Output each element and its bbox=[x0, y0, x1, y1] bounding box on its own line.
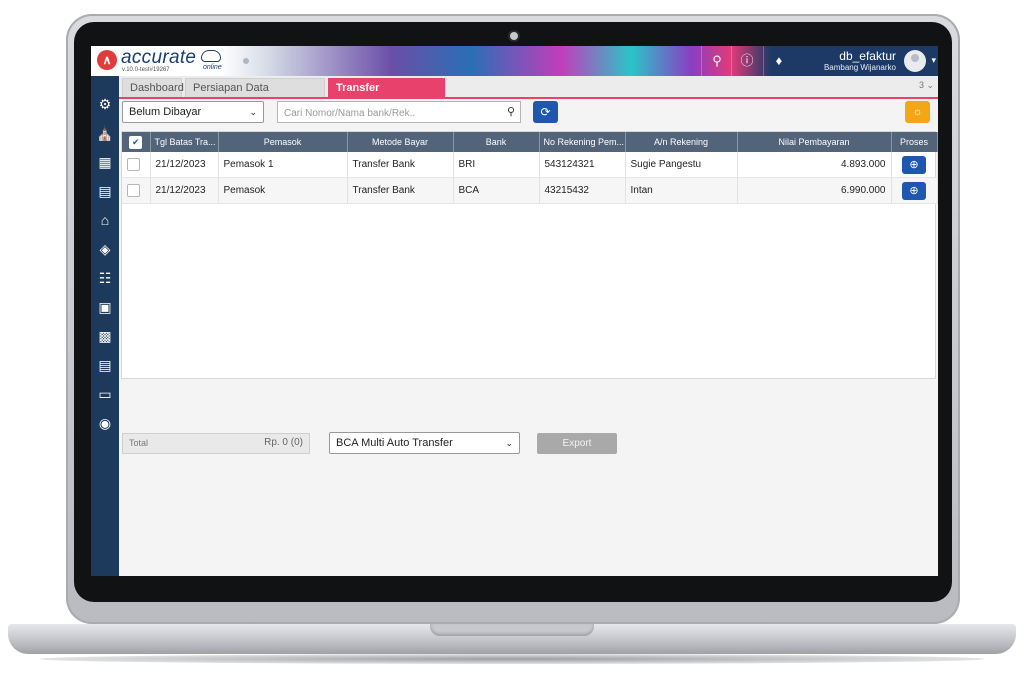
tab-bar: Dashboard Persiapan Data Perusahaan Tran… bbox=[119, 76, 938, 113]
printer-icon[interactable]: ▤ bbox=[95, 355, 115, 375]
tab-count-dropdown[interactable]: 3 ⌄ bbox=[919, 80, 934, 91]
top-bar: ∧ accurate v.10.0-test#19267 online ⚲ ⓘ … bbox=[91, 46, 938, 76]
chevron-down-icon: ⌄ bbox=[505, 438, 513, 448]
column-header[interactable]: Pemasok bbox=[218, 132, 348, 152]
search-icon[interactable]: ⚲ bbox=[701, 46, 732, 76]
main-content: Belum Dibayar ⌄ ⚲ ⟳ ☼ ✔ Tgl Batas Tra...… bbox=[119, 99, 938, 576]
cell-bank: BCA bbox=[453, 177, 540, 204]
sidebar: ⚙ ⛪ ▦ ▤ ⌂ ◈ ☷ ▣ ▩ ▤ ▭ ◉ bbox=[91, 76, 119, 576]
cell-supplier: Pemasok 1 bbox=[218, 152, 348, 178]
document-icon[interactable]: ◉ bbox=[95, 413, 115, 433]
logo-text: accurate bbox=[121, 47, 197, 68]
export-button[interactable]: Export bbox=[537, 433, 617, 454]
logo-online-label: online bbox=[203, 64, 222, 71]
search-box[interactable]: ⚲ bbox=[277, 101, 521, 123]
status-dot bbox=[243, 58, 249, 64]
report-icon[interactable]: ▭ bbox=[95, 384, 115, 404]
column-header[interactable]: Metode Bayar bbox=[347, 132, 454, 152]
cell-account: 43215432 bbox=[539, 177, 626, 204]
tab-count: 3 bbox=[918, 80, 924, 90]
export-format-value: BCA Multi Auto Transfer bbox=[336, 437, 453, 449]
transfer-table: ✔ Tgl Batas Tra... Pemasok Metode Bayar … bbox=[121, 131, 938, 379]
laptop-shadow bbox=[40, 654, 984, 664]
cell-account: 543124321 bbox=[539, 152, 626, 178]
cell-bank: BRI bbox=[453, 152, 540, 178]
cell-supplier: Pemasok bbox=[218, 177, 348, 204]
cell-date: 21/12/2023 bbox=[150, 152, 219, 178]
cell-amount: 4.893.000 bbox=[737, 152, 892, 178]
column-header[interactable]: A/n Rekening bbox=[625, 132, 738, 152]
cell-holder: Intan bbox=[625, 177, 738, 204]
bell-icon[interactable]: ♦ bbox=[763, 46, 794, 76]
row-checkbox[interactable] bbox=[127, 184, 140, 197]
help-icon[interactable]: ⓘ bbox=[731, 46, 762, 76]
cell-amount: 6.990.000 bbox=[737, 177, 892, 204]
total-field: Total Rp. 0 (0) bbox=[122, 433, 310, 454]
status-filter-value: Belum Dibayar bbox=[129, 106, 202, 118]
column-header[interactable]: No Rekening Pem... bbox=[539, 132, 626, 152]
refresh-icon: ⟳ bbox=[540, 105, 551, 119]
status-filter-select[interactable]: Belum Dibayar ⌄ bbox=[122, 101, 264, 123]
chevron-down-icon[interactable]: ▾ bbox=[931, 55, 936, 66]
tab-dashboard[interactable]: Dashboard bbox=[122, 78, 184, 97]
tips-button[interactable]: ☼ bbox=[905, 101, 930, 123]
user-name[interactable]: Bambang Wijanarko bbox=[824, 63, 896, 72]
tab-label: Dashboard bbox=[130, 82, 184, 94]
gear-icon[interactable]: ⚙ bbox=[95, 94, 115, 114]
column-header[interactable]: Nilai Pembayaran bbox=[737, 132, 892, 152]
building-icon[interactable]: ▦ bbox=[95, 152, 115, 172]
process-button[interactable]: ⊕ bbox=[902, 181, 926, 200]
search-input[interactable] bbox=[282, 103, 496, 123]
select-all-header[interactable]: ✔ bbox=[122, 132, 151, 152]
select-all-checkbox[interactable]: ✔ bbox=[129, 135, 143, 149]
process-button[interactable]: ⊕ bbox=[902, 155, 926, 174]
laptop-notch bbox=[430, 624, 594, 636]
tab-transfer-pemasok[interactable]: Transfer Pemasok✖ bbox=[328, 78, 445, 113]
cell-holder: Sugie Pangestu bbox=[625, 152, 738, 178]
column-header[interactable]: Bank bbox=[453, 132, 540, 152]
avatar[interactable] bbox=[904, 50, 926, 72]
factory-icon[interactable]: ▩ bbox=[95, 326, 115, 346]
tag-icon[interactable]: ◈ bbox=[95, 239, 115, 259]
cart-icon[interactable]: ☷ bbox=[95, 268, 115, 288]
warehouse-icon[interactable]: ⌂ bbox=[95, 210, 115, 230]
accurate-logo-icon[interactable]: ∧ bbox=[97, 50, 117, 70]
export-format-select[interactable]: BCA Multi Auto Transfer ⌄ bbox=[329, 432, 520, 454]
table-header: ✔ Tgl Batas Tra... Pemasok Metode Bayar … bbox=[122, 132, 938, 152]
total-label: Total bbox=[129, 438, 149, 448]
cell-method: Transfer Bank bbox=[347, 152, 454, 178]
cell-method: Transfer Bank bbox=[347, 177, 454, 204]
refresh-button[interactable]: ⟳ bbox=[533, 101, 558, 123]
column-header[interactable]: Tgl Batas Tra... bbox=[150, 132, 219, 152]
cell-date: 21/12/2023 bbox=[150, 177, 219, 204]
cart-box-icon[interactable]: ▣ bbox=[95, 297, 115, 317]
column-header[interactable]: Proses bbox=[891, 132, 938, 152]
total-value: Rp. 0 (0) bbox=[264, 437, 303, 448]
tab-persiapan-data[interactable]: Persiapan Data Perusahaan bbox=[185, 78, 325, 113]
bank-icon[interactable]: ⛪ bbox=[95, 123, 115, 143]
row-checkbox[interactable] bbox=[127, 158, 140, 171]
search-icon[interactable]: ⚲ bbox=[507, 105, 515, 118]
chevron-down-icon: ⌄ bbox=[249, 107, 257, 117]
table-row[interactable]: 21/12/2023 Pemasok Transfer Bank BCA 432… bbox=[122, 177, 938, 204]
cloud-icon bbox=[201, 50, 221, 62]
webcam bbox=[510, 32, 518, 40]
version-label: v.10.0-test#19267 bbox=[122, 67, 170, 73]
app-screen: ∧ accurate v.10.0-test#19267 online ⚲ ⓘ … bbox=[91, 46, 938, 576]
database-name[interactable]: db_efaktur bbox=[839, 49, 896, 63]
table-row[interactable]: 21/12/2023 Pemasok 1 Transfer Bank BRI 5… bbox=[122, 152, 938, 178]
lightbulb-icon: ☼ bbox=[912, 106, 923, 118]
book-icon[interactable]: ▤ bbox=[95, 181, 115, 201]
